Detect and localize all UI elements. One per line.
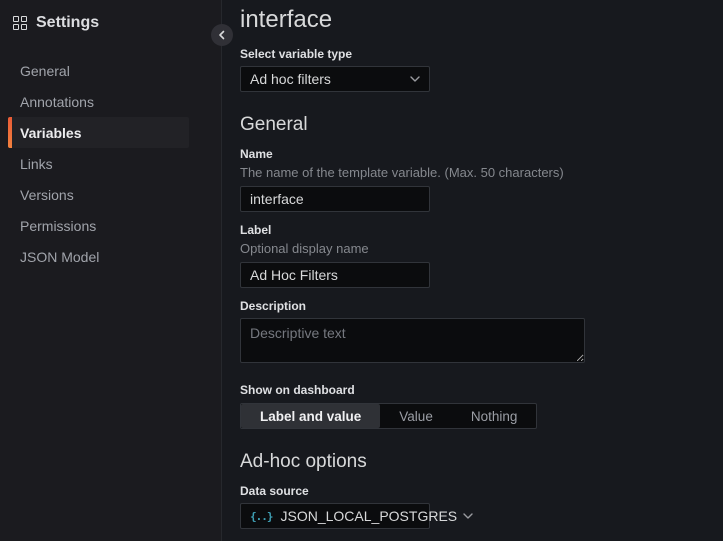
variable-type-field: Select variable type Ad hoc filters — [240, 47, 723, 92]
description-label: Description — [240, 299, 723, 313]
variable-type-value: Ad hoc filters — [250, 71, 404, 87]
sidebar-item-variables[interactable]: Variables — [8, 117, 189, 148]
settings-header: Settings — [0, 0, 221, 32]
radio-option-value[interactable]: Value — [380, 404, 452, 428]
general-section-heading: General — [240, 114, 723, 136]
label-description: Optional display name — [240, 241, 723, 256]
label-label: Label — [240, 223, 723, 237]
name-description: The name of the template variable. (Max.… — [240, 165, 723, 180]
adhoc-section-heading: Ad-hoc options — [240, 451, 723, 473]
sidebar-item-links[interactable]: Links — [8, 148, 189, 179]
json-datasource-icon: {..} — [250, 510, 273, 523]
sidebar-item-versions[interactable]: Versions — [8, 179, 189, 210]
radio-option-label-and-value[interactable]: Label and value — [241, 404, 380, 428]
chevron-down-icon — [410, 76, 420, 82]
settings-title: Settings — [36, 14, 99, 32]
name-field: Name The name of the template variable. … — [240, 147, 723, 212]
show-on-dashboard-label: Show on dashboard — [240, 383, 723, 397]
collapse-sidebar-button[interactable] — [211, 24, 233, 46]
sidebar-item-general[interactable]: General — [8, 55, 189, 86]
show-on-dashboard-field: Show on dashboard Label and value Value … — [240, 383, 723, 429]
apps-grid-icon — [13, 16, 27, 30]
settings-nav: General Annotations Variables Links Vers… — [0, 55, 221, 272]
sidebar-item-json-model[interactable]: JSON Model — [8, 241, 189, 272]
radio-option-nothing[interactable]: Nothing — [452, 404, 537, 428]
data-source-value: JSON_LOCAL_POSTGRES — [281, 508, 458, 524]
name-label: Name — [240, 147, 723, 161]
data-source-label: Data source — [240, 484, 723, 498]
sidebar-item-annotations[interactable]: Annotations — [8, 86, 189, 117]
data-source-select[interactable]: {..} JSON_LOCAL_POSTGRES — [240, 503, 430, 529]
settings-sidebar: Settings General Annotations Variables L… — [0, 0, 222, 541]
data-source-field: Data source {..} JSON_LOCAL_POSTGRES — [240, 484, 723, 529]
sidebar-item-permissions[interactable]: Permissions — [8, 210, 189, 241]
label-field: Label Optional display name — [240, 223, 723, 288]
variable-editor: interface Select variable type Ad hoc fi… — [222, 0, 723, 541]
name-input[interactable] — [240, 186, 430, 212]
page-title: interface — [240, 6, 723, 34]
label-input[interactable] — [240, 262, 430, 288]
variable-type-label: Select variable type — [240, 47, 723, 61]
chevron-left-icon — [217, 30, 227, 40]
description-textarea[interactable] — [240, 318, 585, 363]
description-field: Description — [240, 299, 723, 368]
chevron-down-icon — [463, 513, 473, 519]
show-on-dashboard-radio-group: Label and value Value Nothing — [240, 403, 537, 429]
variable-type-select[interactable]: Ad hoc filters — [240, 66, 430, 92]
